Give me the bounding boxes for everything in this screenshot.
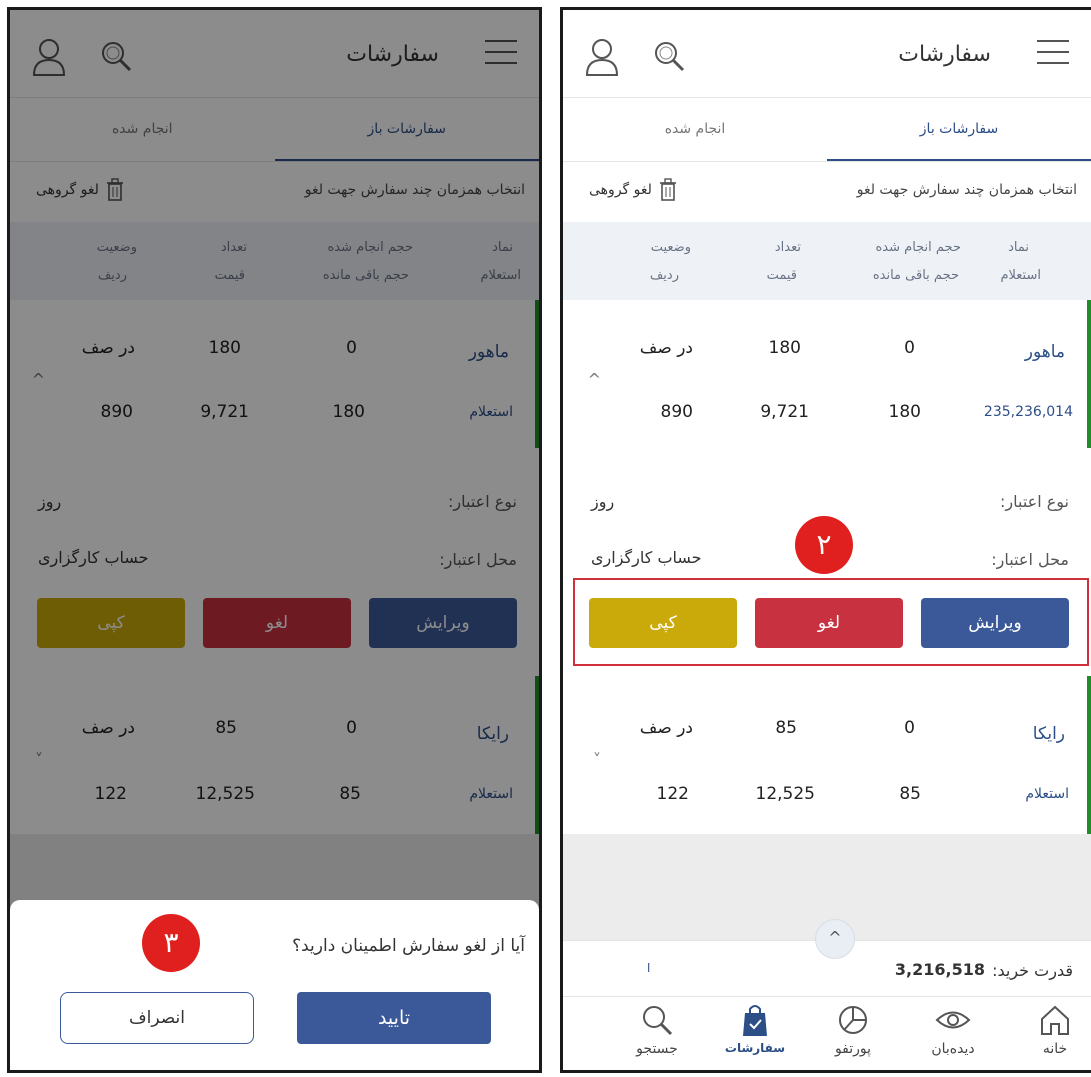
phone-screen-confirm-dialog: سفارشات سفارشات باز انجام شده انتخاب همز… [7, 7, 542, 1073]
hamburger-menu-icon[interactable] [1037, 40, 1069, 64]
eye-icon [935, 1011, 971, 1029]
phone-screen-order-actions: سفارشات سفارشات باز انجام شده انتخاب همز… [560, 7, 1091, 1073]
nav-watch-label: دیده‌بان [931, 1041, 975, 1057]
col-inquiry: استعلام [1000, 268, 1041, 283]
bulk-select-label: انتخاب همزمان چند سفارش جهت لغو [856, 182, 1077, 198]
nav-portfolio[interactable]: پورتفو [803, 1003, 903, 1057]
order-row-number: 890 [660, 402, 693, 422]
confirm-cancel-sheet: آیا از لغو سفارش اطمینان دارید؟ تایید ان… [10, 900, 539, 1070]
bottom-navigation: خانه دیده‌بان پورتفو سفارشات جستجو [563, 996, 1091, 1070]
nav-home-label: خانه [1042, 1041, 1068, 1057]
order-inquiry-link[interactable]: استعلام [1025, 786, 1069, 802]
buying-power-label: قدرت خرید: [992, 961, 1073, 980]
order-row[interactable]: رایکا 0 85 در صف ˅ استعلام 85 12,525 122 [563, 676, 1091, 834]
confirm-question: آیا از لغو سفارش اطمینان دارید؟ [292, 936, 525, 956]
validity-place-label: محل اعتبار: [991, 550, 1069, 569]
col-remaining-volume: حجم باقی مانده [872, 268, 959, 283]
order-done-volume: 0 [904, 718, 915, 738]
orders-screen: سفارشات سفارشات باز انجام شده انتخاب همز… [563, 10, 1091, 1070]
chevron-up-icon[interactable]: ^ [588, 370, 601, 389]
validity-place-value: حساب کارگزاری [591, 548, 702, 567]
validity-type-value: روز [591, 492, 615, 511]
home-icon [1041, 1005, 1069, 1035]
order-count: 85 [775, 718, 797, 738]
buying-power-indicator: ا [647, 961, 651, 975]
tab-open-orders[interactable]: سفارشات باز [827, 98, 1091, 161]
col-done-volume: حجم انجام شده [875, 240, 961, 255]
pie-chart-icon [839, 1006, 867, 1034]
chevron-up-icon[interactable]: ^ [815, 919, 855, 959]
nav-orders-label: سفارشات [724, 1041, 786, 1055]
order-count: 180 [768, 338, 801, 358]
validity-type-label: نوع اعتبار: [1000, 492, 1069, 511]
buying-power-bar: ^ قدرت خرید: 3,216,518 ا [563, 919, 1091, 1002]
trash-icon [659, 178, 676, 201]
search-icon[interactable] [651, 38, 687, 74]
confirm-button[interactable]: تایید [297, 992, 491, 1044]
cancel-order-button[interactable]: لغو [755, 598, 903, 648]
order-row-number: 122 [656, 784, 689, 804]
tab-done-orders[interactable]: انجام شده [563, 98, 827, 161]
user-icon[interactable] [585, 38, 619, 76]
col-symbol: نماد [1008, 240, 1029, 255]
app-header: سفارشات [563, 10, 1091, 98]
order-symbol: ماهور [1024, 342, 1065, 362]
nav-orders[interactable]: سفارشات [705, 1003, 805, 1055]
order-price: 9,721 [760, 402, 809, 422]
order-tabs: سفارشات باز انجام شده [563, 98, 1091, 162]
edit-button[interactable]: ویرایش [921, 598, 1069, 648]
buying-power-value: 3,216,518 [894, 960, 985, 979]
bulk-cancel-row: انتخاب همزمان چند سفارش جهت لغو لغو گروه… [563, 162, 1091, 222]
order-details: نوع اعتبار: روز محل اعتبار: حساب کارگزار… [563, 448, 1091, 676]
order-symbol: رایکا [1032, 724, 1065, 744]
nav-watch[interactable]: دیده‌بان [903, 1003, 1003, 1057]
search-icon [643, 1006, 673, 1036]
order-done-volume: 0 [904, 338, 915, 358]
order-remaining-volume: 85 [899, 784, 921, 804]
nav-search[interactable]: جستجو [607, 1003, 707, 1057]
shopping-bag-icon [743, 1005, 767, 1036]
nav-home[interactable]: خانه [1005, 1003, 1091, 1057]
group-cancel-button[interactable]: لغو گروهی [589, 178, 678, 202]
col-price: قیمت [766, 268, 797, 283]
col-status: وضعیت [650, 240, 691, 255]
order-status: در صف [639, 718, 693, 738]
copy-button[interactable]: کپی [589, 598, 737, 648]
nav-portfolio-label: پورتفو [834, 1041, 872, 1057]
order-price: 12,525 [755, 784, 815, 804]
chevron-down-icon[interactable]: ˅ [593, 750, 601, 769]
order-status: در صف [639, 338, 693, 358]
col-count: تعداد [774, 240, 801, 255]
step-badge-2: ۲ [795, 516, 853, 574]
col-row: ردیف [649, 268, 679, 283]
group-cancel-label: لغو گروهی [589, 182, 652, 198]
step-badge-3: ۳ [142, 914, 200, 972]
order-inquiry-code[interactable]: 235,236,014 [984, 404, 1073, 420]
orders-screen: سفارشات سفارشات باز انجام شده انتخاب همز… [10, 10, 539, 1070]
dismiss-button[interactable]: انصراف [60, 992, 254, 1044]
table-header: نماد استعلام حجم انجام شده حجم باقی ماند… [563, 222, 1091, 300]
nav-search-label: جستجو [636, 1041, 678, 1057]
order-remaining-volume: 180 [888, 402, 921, 422]
order-row[interactable]: ماهور 0 180 در صف ^ 235,236,014 180 9,72… [563, 300, 1091, 448]
page-title: سفارشات [898, 42, 991, 67]
